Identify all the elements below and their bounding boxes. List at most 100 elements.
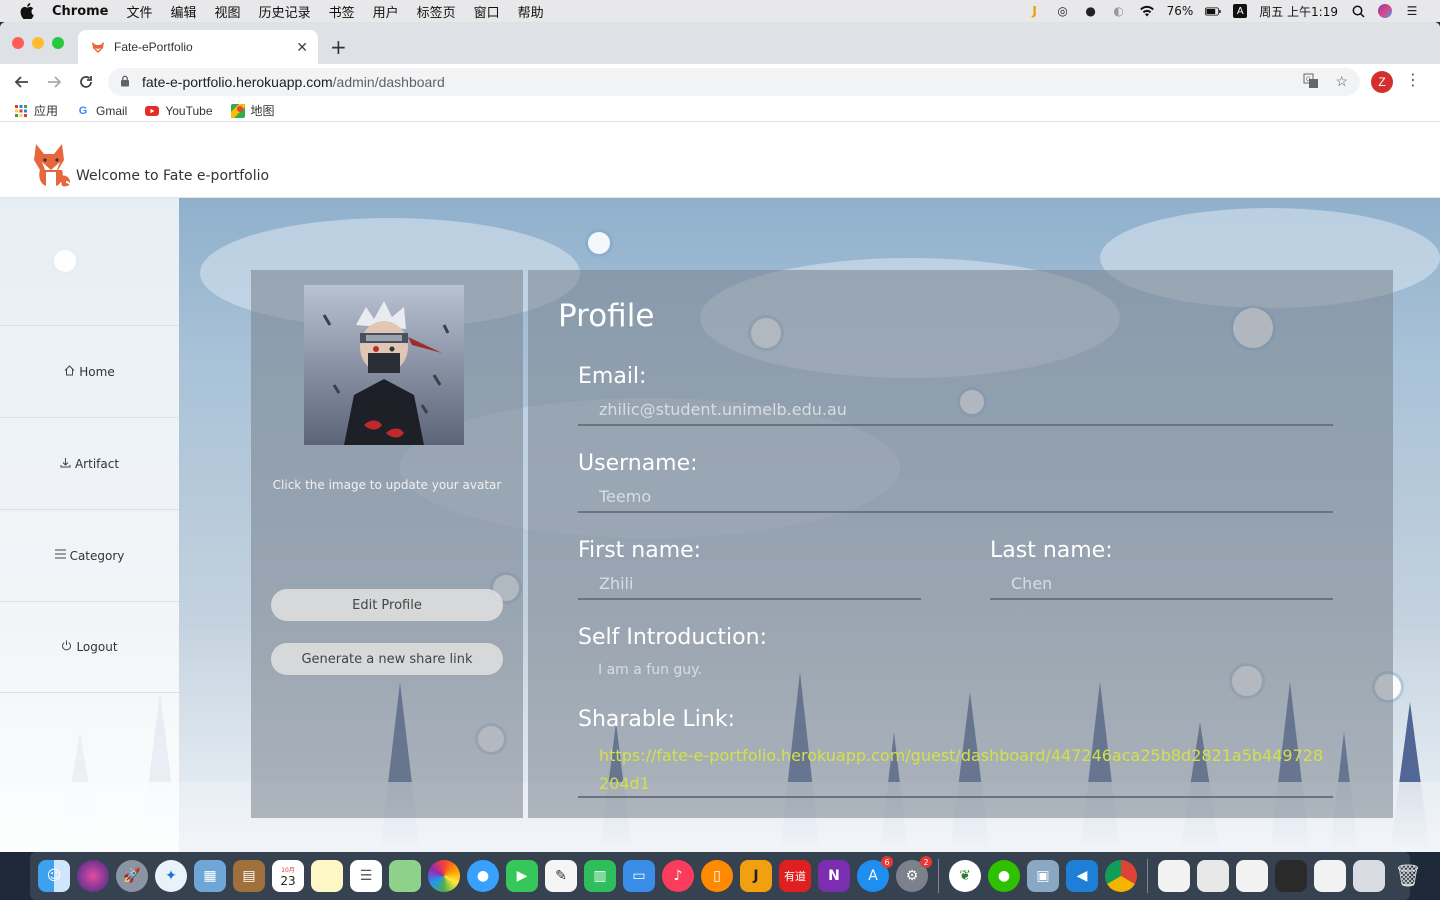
menu-window[interactable]: 窗口 (474, 2, 500, 21)
bookmark-gmail[interactable]: G Gmail (76, 104, 128, 118)
fox-logo-icon[interactable] (30, 142, 72, 188)
sidebar-item-logout[interactable]: Logout (0, 601, 179, 693)
bookmark-maps[interactable]: 地图 (230, 102, 275, 119)
address-bar[interactable]: fate-e-portfolio.herokuapp.com/admin/das… (108, 68, 1360, 96)
battery-icon[interactable] (1205, 3, 1221, 19)
bookmark-youtube-label: YouTube (165, 103, 213, 118)
sync-tray-icon[interactable]: ◐ (1111, 3, 1127, 19)
window-thumbnail-icon[interactable] (1158, 860, 1190, 892)
menu-app-name[interactable]: Chrome (52, 4, 109, 19)
forward-button[interactable] (38, 66, 70, 98)
settings-badge: 2 (920, 856, 932, 868)
edit-profile-button[interactable]: Edit Profile (271, 589, 503, 621)
fox-favicon-icon (90, 39, 106, 55)
menu-file[interactable]: 文件 (127, 2, 153, 21)
zoom-window-button[interactable] (52, 37, 64, 49)
bookmark-apps[interactable]: 应用 (14, 102, 58, 119)
window-thumbnail-icon[interactable] (1353, 860, 1385, 892)
username-field[interactable] (578, 481, 1333, 513)
notes-icon[interactable] (311, 860, 343, 892)
generate-share-link-button[interactable]: Generate a new share link (271, 643, 503, 675)
profile-avatar-button[interactable]: Z (1371, 71, 1393, 93)
chrome-menu-icon[interactable]: ⋮ (1405, 70, 1421, 89)
jetbrains-icon[interactable]: J (740, 860, 772, 892)
close-tab-icon[interactable]: ✕ (296, 39, 308, 56)
keynote-icon[interactable]: ▭ (623, 860, 655, 892)
browser-toolbar: fate-e-portfolio.herokuapp.com/admin/das… (0, 64, 1440, 100)
wechat-tray-icon[interactable]: ● (1083, 3, 1099, 19)
trash-icon[interactable]: 🗑 (1392, 860, 1424, 892)
bookmark-apps-label: 应用 (34, 104, 59, 118)
apple-icon[interactable] (18, 2, 36, 20)
menu-tab[interactable]: 标签页 (417, 2, 456, 21)
notification-center-icon[interactable]: ☰ (1404, 3, 1420, 19)
chrome-icon[interactable] (1105, 860, 1137, 892)
window-thumbnail-icon[interactable] (1275, 860, 1307, 892)
reminders-icon[interactable]: ☰ (350, 860, 382, 892)
minimize-window-button[interactable] (32, 37, 44, 49)
sidebar-item-label: Artifact (74, 456, 120, 471)
music-icon[interactable]: ♪ (662, 860, 694, 892)
new-tab-button[interactable]: + (330, 35, 347, 59)
calendar-icon[interactable]: 10月 23 (272, 860, 304, 892)
vscode-icon[interactable]: ◀ (1066, 860, 1098, 892)
last-name-field[interactable] (990, 568, 1333, 600)
safari-icon[interactable]: ✦ (155, 860, 187, 892)
mongodb-icon[interactable]: ❦ (949, 860, 981, 892)
bookmark-youtube[interactable]: YouTube (145, 103, 213, 118)
siri-icon[interactable] (77, 860, 109, 892)
facetime-icon[interactable]: ▶ (506, 860, 538, 892)
image-capture-icon[interactable]: ▣ (1027, 860, 1059, 892)
menu-edit[interactable]: 编辑 (171, 2, 197, 21)
books-icon[interactable]: ▯ (701, 860, 733, 892)
siri-tray-icon[interactable] (1378, 4, 1392, 18)
sidebar-item-artifact[interactable]: Artifact (0, 417, 179, 509)
wifi-icon[interactable] (1139, 3, 1155, 19)
finder-icon[interactable]: ☺ (38, 860, 70, 892)
sidebar-item-home[interactable]: Home (0, 325, 179, 417)
menu-help[interactable]: 帮助 (518, 2, 544, 21)
wechat-icon[interactable]: ● (988, 860, 1020, 892)
sidebar-item-category[interactable]: Category (0, 509, 179, 601)
email-field[interactable] (578, 394, 1333, 426)
input-method-icon[interactable]: A (1233, 4, 1248, 18)
notes-book-icon[interactable]: ▤ (233, 860, 265, 892)
menu-people[interactable]: 用户 (373, 2, 399, 21)
sidebar-item-label: Logout (76, 640, 118, 654)
close-window-button[interactable] (12, 37, 24, 49)
window-thumbnail-icon[interactable] (1236, 860, 1268, 892)
back-button[interactable] (6, 66, 38, 98)
appstore-icon[interactable]: A6 (857, 856, 893, 892)
settings-icon[interactable]: ⚙ 2 (896, 856, 932, 892)
page-viewport: Welcome to Fate e-portfolio Home Artifac… (0, 134, 1440, 852)
bookmark-star-icon[interactable]: ☆ (1335, 73, 1348, 92)
jetbrains-tray-icon[interactable]: J (1027, 3, 1043, 19)
menu-view[interactable]: 视图 (215, 2, 241, 21)
qq-tray-icon[interactable]: ◎ (1055, 3, 1071, 19)
sharable-link-url[interactable]: https://fate-e-portfolio.herokuapp.com/g… (578, 742, 1333, 798)
numbers-icon[interactable]: ▥ (584, 860, 616, 892)
menu-history[interactable]: 历史记录 (259, 2, 311, 21)
reload-button[interactable] (70, 66, 102, 98)
browser-tab[interactable]: Fate-ePortfolio ✕ (78, 30, 318, 64)
spotlight-search-icon[interactable] (1350, 3, 1366, 19)
dock-separator (938, 859, 939, 893)
window-thumbnail-icon[interactable] (1197, 860, 1229, 892)
menubar-clock[interactable]: 周五 上午1:19 (1259, 3, 1338, 20)
menu-bookmarks[interactable]: 书签 (329, 2, 355, 21)
textedit-icon[interactable]: ✎ (545, 860, 577, 892)
photos-icon[interactable] (428, 860, 460, 892)
user-avatar-image[interactable] (304, 285, 464, 445)
power-icon (61, 640, 72, 654)
messages-icon[interactable]: ● (467, 860, 499, 892)
preview-icon[interactable]: ▦ (194, 860, 226, 892)
url-host: fate-e-portfolio.herokuapp.com (142, 74, 333, 90)
window-thumbnail-icon[interactable] (1314, 860, 1346, 892)
first-name-field[interactable] (578, 568, 921, 600)
launchpad-icon[interactable]: 🚀 (116, 860, 148, 892)
lock-icon[interactable] (120, 75, 132, 90)
onenote-icon[interactable]: N (818, 860, 850, 892)
translate-icon[interactable]: G (1303, 73, 1319, 92)
maps-icon[interactable] (389, 860, 421, 892)
youdao-icon[interactable]: 有道 (779, 860, 811, 892)
